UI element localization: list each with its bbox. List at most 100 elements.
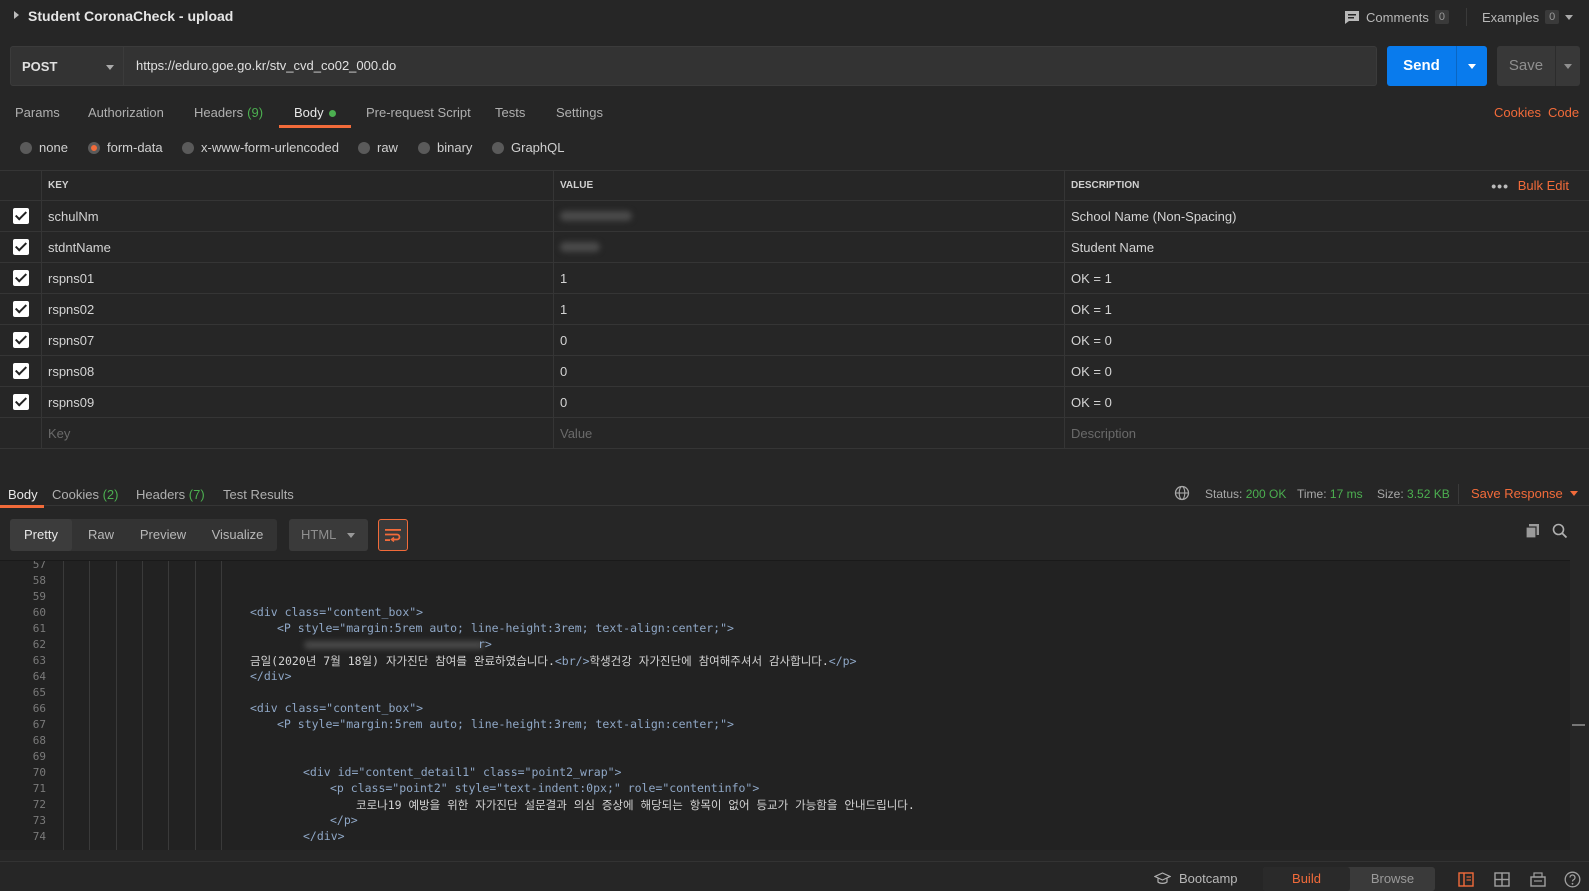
key-cell[interactable]: schulNm <box>41 201 553 231</box>
tab-response-body[interactable]: Body <box>8 487 38 502</box>
request-title[interactable]: Student CoronaCheck - upload <box>28 8 233 24</box>
tab-settings[interactable]: Settings <box>556 105 603 120</box>
view-pretty-button[interactable]: Pretty <box>10 519 72 551</box>
key-cell[interactable]: rspns01 <box>41 263 553 293</box>
view-raw-button[interactable]: Raw <box>76 519 126 551</box>
row-checkbox[interactable] <box>12 394 29 410</box>
method-select[interactable]: POST <box>10 46 124 86</box>
tab-tests[interactable]: Tests <box>495 105 525 120</box>
key-cell[interactable]: rspns02 <box>41 294 553 324</box>
row-checkbox[interactable] <box>12 332 29 348</box>
search-icon[interactable] <box>1552 523 1568 539</box>
radio-binary[interactable]: binary <box>418 140 472 155</box>
more-options-icon[interactable]: ••• <box>1491 178 1509 194</box>
comments-button[interactable]: Comments 0 <box>1344 7 1449 27</box>
code-link[interactable]: Code <box>1548 105 1579 120</box>
two-pane-icon[interactable] <box>1458 872 1474 887</box>
save-options-button[interactable] <box>1555 46 1580 86</box>
row-checkbox[interactable] <box>12 363 29 379</box>
row-checkbox[interactable] <box>12 208 29 224</box>
header-description-label: DESCRIPTION <box>1071 180 1140 191</box>
send-button[interactable]: Send <box>1387 46 1456 86</box>
browse-mode-button[interactable]: Browse <box>1350 867 1435 891</box>
tab-response-cookies[interactable]: Cookies (2) <box>52 487 118 502</box>
globe-icon[interactable] <box>1174 485 1190 501</box>
save-button[interactable]: Save <box>1497 46 1555 86</box>
method-label: POST <box>22 59 58 74</box>
row-checkbox[interactable] <box>12 239 29 255</box>
save-response-button[interactable]: Save Response <box>1471 486 1579 501</box>
examples-button[interactable]: Examples 0 <box>1482 7 1574 27</box>
format-select[interactable]: HTML <box>289 519 368 551</box>
table-row: rspns02 1 OK = 1 <box>0 294 1589 325</box>
wrap-lines-button[interactable] <box>378 519 408 551</box>
tab-body[interactable]: Body <box>294 105 336 120</box>
layout-icon[interactable] <box>1494 872 1510 887</box>
help-icon[interactable] <box>1564 871 1581 888</box>
response-code-viewer[interactable]: 57 58 59 60 61 62 63 64 65 66 67 68 69 7… <box>0 560 1570 850</box>
time-value: 17 ms <box>1329 487 1363 501</box>
code-line: r> <box>478 637 492 651</box>
key-cell[interactable]: stdntName <box>41 232 553 262</box>
bootcamp-button[interactable]: Bootcamp <box>1154 871 1238 886</box>
table-row: rspns08 0 OK = 0 <box>0 356 1589 387</box>
key-cell[interactable]: rspns09 <box>41 387 553 417</box>
row-checkbox-cell <box>0 387 41 417</box>
description-cell[interactable]: OK = 0 <box>1064 356 1589 386</box>
row-checkbox-cell <box>0 294 41 324</box>
radio-graphql[interactable]: GraphQL <box>492 140 564 155</box>
table-row: rspns09 0 OK = 0 <box>0 387 1589 418</box>
description-cell[interactable]: OK = 1 <box>1064 294 1589 324</box>
value-cell[interactable]: 0 <box>553 325 1064 355</box>
tab-params[interactable]: Params <box>15 105 60 120</box>
tab-headers[interactable]: Headers (9) <box>194 105 263 120</box>
value-cell[interactable]: 0 <box>553 387 1064 417</box>
tab-pre-request-script[interactable]: Pre-request Script <box>366 105 471 120</box>
new-key-input[interactable]: Key <box>41 418 553 448</box>
url-input[interactable] <box>134 57 1334 74</box>
table-row: schulNm School Name (Non-Spacing) <box>0 201 1589 232</box>
code-scrollbar[interactable] <box>1570 560 1589 850</box>
chevron-down-icon <box>1570 491 1579 496</box>
description-cell[interactable]: School Name (Non-Spacing) <box>1064 201 1589 231</box>
row-checkbox[interactable] <box>12 270 29 286</box>
tab-response-headers[interactable]: Headers (7) <box>136 487 205 502</box>
radio-raw[interactable]: raw <box>358 140 398 155</box>
description-cell[interactable]: OK = 0 <box>1064 325 1589 355</box>
value-cell[interactable]: 0 <box>553 356 1064 386</box>
value-cell[interactable]: 1 <box>553 294 1064 324</box>
copy-icon[interactable] <box>1525 523 1540 539</box>
line-number: 74 <box>32 830 46 843</box>
code-line: <P style="margin:5rem auto; line-height:… <box>277 717 734 731</box>
tab-label: Cookies <box>52 487 99 502</box>
tab-authorization[interactable]: Authorization <box>88 105 164 120</box>
build-mode-button[interactable]: Build <box>1263 867 1350 891</box>
radio-none[interactable]: none <box>20 140 68 155</box>
row-checkbox[interactable] <box>12 301 29 317</box>
active-tab-indicator <box>0 505 44 508</box>
scroll-thumb[interactable] <box>1572 724 1585 726</box>
tab-test-results[interactable]: Test Results <box>223 487 294 502</box>
value-cell[interactable]: 1 <box>553 263 1064 293</box>
description-cell[interactable]: Student Name <box>1064 232 1589 262</box>
view-preview-button[interactable]: Preview <box>130 519 196 551</box>
view-visualize-button[interactable]: Visualize <box>200 519 275 551</box>
radio-x-www-form-urlencoded[interactable]: x-www-form-urlencoded <box>182 140 339 155</box>
collapse-caret-icon[interactable] <box>14 11 19 19</box>
radio-form-data[interactable]: form-data <box>88 140 163 155</box>
new-value-input[interactable]: Value <box>553 418 1064 448</box>
new-description-input[interactable]: Description <box>1064 418 1589 448</box>
bulk-edit-link[interactable]: Bulk Edit <box>1518 178 1569 193</box>
code-line: </div> <box>250 669 292 683</box>
description-cell[interactable]: OK = 1 <box>1064 263 1589 293</box>
url-field[interactable] <box>124 46 1377 86</box>
key-cell[interactable]: rspns07 <box>41 325 553 355</box>
value-cell[interactable] <box>553 201 1064 231</box>
line-number: 62 <box>32 638 46 651</box>
description-cell[interactable]: OK = 0 <box>1064 387 1589 417</box>
value-cell[interactable] <box>553 232 1064 262</box>
send-options-button[interactable] <box>1456 46 1487 86</box>
cookies-link[interactable]: Cookies <box>1494 105 1541 120</box>
workspace-icon[interactable] <box>1530 872 1546 887</box>
key-cell[interactable]: rspns08 <box>41 356 553 386</box>
